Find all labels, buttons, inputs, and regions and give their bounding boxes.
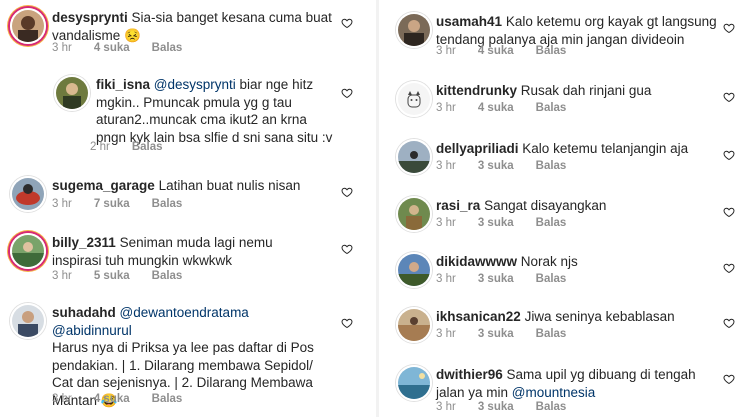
avatar[interactable] bbox=[396, 252, 432, 288]
reply-button[interactable]: Balas bbox=[536, 401, 567, 413]
comment-time: 3 hr bbox=[436, 217, 456, 229]
comment-likes[interactable]: 4 suka bbox=[478, 45, 514, 57]
comments-column-right: usamah41 Kalo ketemu org kayak gt langsu… bbox=[380, 0, 750, 417]
comment-text: Kalo ketemu telanjangin aja bbox=[522, 141, 689, 156]
heart-icon[interactable] bbox=[723, 373, 735, 385]
comment-likes[interactable]: 7 suka bbox=[94, 198, 130, 210]
comment-time: 3 hr bbox=[436, 45, 456, 57]
comment-username[interactable]: billy_2311 bbox=[52, 235, 116, 250]
avatar[interactable] bbox=[54, 75, 90, 111]
avatar[interactable] bbox=[396, 12, 432, 48]
heart-icon[interactable] bbox=[723, 149, 735, 161]
comment-likes[interactable]: 5 suka bbox=[94, 270, 130, 282]
avatar[interactable] bbox=[396, 81, 432, 117]
comment-likes[interactable]: 3 suka bbox=[478, 401, 514, 413]
comment-mention[interactable]: @desysprynti bbox=[154, 77, 236, 92]
reply-button[interactable]: Balas bbox=[536, 102, 567, 114]
comment-likes[interactable]: 4 suka bbox=[478, 102, 514, 114]
avatar[interactable] bbox=[396, 139, 432, 175]
reply-button[interactable]: Balas bbox=[536, 217, 567, 229]
comment-time: 3 hr bbox=[52, 42, 72, 54]
comment-time: 3 hr bbox=[436, 160, 456, 172]
heart-icon[interactable] bbox=[341, 243, 353, 255]
heart-icon[interactable] bbox=[723, 262, 735, 274]
comment-time: 3 hr bbox=[52, 270, 72, 282]
comment-text: Latihan buat nulis nisan bbox=[158, 178, 301, 193]
comment-time: 3 hr bbox=[436, 273, 456, 285]
comment-text: Sangat disayangkan bbox=[484, 198, 607, 213]
comment-likes[interactable]: 3 suka bbox=[478, 160, 514, 172]
comment-username[interactable]: usamah41 bbox=[436, 14, 502, 29]
reply-button[interactable]: Balas bbox=[536, 273, 567, 285]
comment-username[interactable]: sugema_garage bbox=[52, 178, 155, 193]
comment-username[interactable]: dikidawwww bbox=[436, 254, 517, 269]
reply-button[interactable]: Balas bbox=[536, 45, 567, 57]
comment-likes[interactable]: 4 suka bbox=[94, 42, 130, 54]
heart-icon[interactable] bbox=[341, 317, 353, 329]
avatar[interactable] bbox=[10, 233, 46, 269]
heart-icon[interactable] bbox=[341, 87, 353, 99]
heart-icon[interactable] bbox=[341, 17, 353, 29]
avatar[interactable] bbox=[396, 365, 432, 401]
comment-username[interactable]: desysprynti bbox=[52, 10, 128, 25]
comment-time: 3 hr bbox=[436, 102, 456, 114]
comment-time: 3 hr bbox=[436, 401, 456, 413]
comment-username[interactable]: suhadahd bbox=[52, 305, 116, 320]
comment-username[interactable]: kittendrunky bbox=[436, 83, 517, 98]
comment-time: 2 hr bbox=[90, 141, 110, 153]
comment-likes[interactable]: 3 suka bbox=[478, 217, 514, 229]
heart-icon[interactable] bbox=[341, 186, 353, 198]
reply-button[interactable]: Balas bbox=[152, 198, 183, 210]
comment-text: Norak njs bbox=[520, 254, 578, 269]
avatar[interactable] bbox=[10, 8, 46, 44]
reply-button[interactable]: Balas bbox=[536, 160, 567, 172]
comments-column-left: desysprynti Sia-sia banget kesana cuma b… bbox=[0, 0, 375, 417]
comment-time: 3 hr bbox=[52, 198, 72, 210]
column-divider bbox=[376, 0, 379, 417]
reply-button[interactable]: Balas bbox=[152, 42, 183, 54]
reply-button[interactable]: Balas bbox=[152, 270, 183, 282]
reply-button[interactable]: Balas bbox=[152, 393, 183, 405]
comment-text: Rusak dah rinjani gua bbox=[520, 83, 652, 98]
avatar[interactable] bbox=[396, 196, 432, 232]
comment-time: 3 hr bbox=[52, 393, 72, 405]
comment-username[interactable]: ikhsanican22 bbox=[436, 309, 521, 324]
avatar[interactable] bbox=[10, 176, 46, 212]
comment-username[interactable]: fiki_isna bbox=[96, 77, 150, 92]
comment-likes[interactable]: 3 suka bbox=[478, 328, 514, 340]
comment-likes[interactable]: 4 suka bbox=[94, 393, 130, 405]
comment-username[interactable]: dellyapriliadi bbox=[436, 141, 519, 156]
heart-icon[interactable] bbox=[723, 22, 735, 34]
comment-time: 3 hr bbox=[436, 328, 456, 340]
comment-username[interactable]: dwithier96 bbox=[436, 367, 503, 382]
reply-button[interactable]: Balas bbox=[132, 141, 163, 153]
reply-button[interactable]: Balas bbox=[536, 328, 567, 340]
heart-icon[interactable] bbox=[723, 317, 735, 329]
heart-icon[interactable] bbox=[723, 206, 735, 218]
heart-icon[interactable] bbox=[723, 91, 735, 103]
comment-likes[interactable]: 3 suka bbox=[478, 273, 514, 285]
avatar[interactable] bbox=[396, 307, 432, 343]
comment-text: Jiwa seninya kebablasan bbox=[524, 309, 675, 324]
comment-mention[interactable]: @mountnesia bbox=[512, 385, 596, 400]
avatar[interactable] bbox=[10, 303, 46, 339]
comment-username[interactable]: rasi_ra bbox=[436, 198, 480, 213]
